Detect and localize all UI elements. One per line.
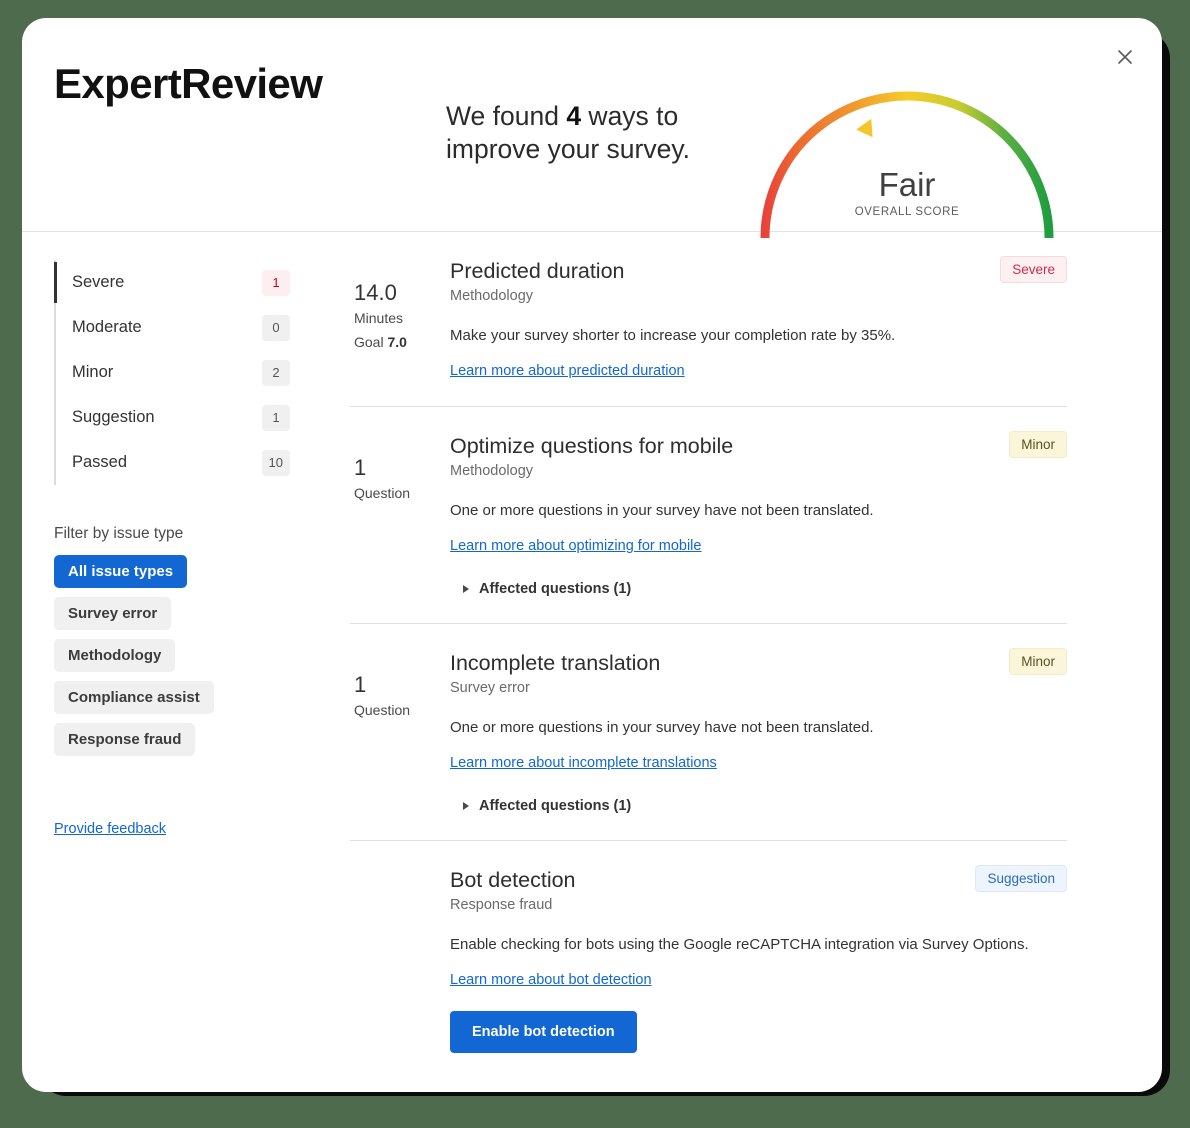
- severity-count-badge: 1: [262, 269, 290, 296]
- severity-label: Minor: [72, 363, 114, 381]
- issue-content: Bot detection Response fraud Enable chec…: [450, 867, 1067, 1053]
- filter-section-title: Filter by issue type: [54, 525, 184, 542]
- metric-goal-value: 7.0: [387, 334, 407, 350]
- issue-title: Predicted duration: [450, 259, 625, 283]
- headline: We found 4 ways to improve your survey.: [446, 100, 696, 166]
- issue-category: Methodology: [450, 288, 534, 304]
- issue-description: One or more questions in your survey hav…: [450, 502, 874, 519]
- issue-description: Make your survey shorter to increase you…: [450, 327, 896, 344]
- issue-title: Optimize questions for mobile: [450, 434, 734, 458]
- issue-content: Predicted duration Methodology Make your…: [450, 258, 1067, 380]
- issue-metric: [350, 867, 450, 1053]
- severity-count-badge: 2: [262, 359, 290, 386]
- metric-value: 1: [354, 672, 367, 697]
- severity-label: Passed: [72, 453, 128, 471]
- issue-category: Survey error: [450, 680, 530, 696]
- sidebar: Severe 1 Moderate 0 Minor 2 Suggestion 1: [22, 232, 342, 1092]
- issue-description: Enable checking for bots using the Googl…: [450, 936, 1029, 953]
- status-badge: Minor: [1009, 431, 1067, 458]
- filter-chip-all-issue-types[interactable]: All issue types: [54, 555, 188, 588]
- filter-chip-row: All issue types: [54, 555, 318, 597]
- affected-questions-label: Affected questions (1): [479, 581, 632, 597]
- issue-metric: 1 Question: [350, 433, 450, 597]
- sidebar-item-suggestion[interactable]: Suggestion 1: [56, 395, 318, 440]
- filter-chip-survey-error[interactable]: Survey error: [54, 597, 172, 630]
- issue-learn-more-link[interactable]: Learn more about predicted duration: [450, 363, 685, 379]
- gauge-label-group: Fair OVERALL SCORE: [747, 166, 1067, 218]
- headline-count: 4: [566, 101, 582, 131]
- issue-content: Optimize questions for mobile Methodolog…: [450, 433, 1067, 597]
- severity-label: Moderate: [72, 318, 142, 336]
- overall-score-value: Fair: [878, 166, 936, 203]
- severity-count-badge: 10: [261, 449, 290, 476]
- issue-metric: 1 Question: [350, 650, 450, 814]
- affected-questions-label: Affected questions (1): [479, 798, 632, 814]
- overall-score-gauge: Fair OVERALL SCORE: [747, 88, 1067, 238]
- issue-metric: 14.0 Minutes Goal 7.0: [350, 258, 450, 380]
- modal-body: Severe 1 Moderate 0 Minor 2 Suggestion 1: [22, 232, 1162, 1092]
- metric-unit: Minutes: [354, 310, 404, 326]
- status-badge: Minor: [1009, 648, 1067, 675]
- severity-label: Suggestion: [72, 408, 155, 426]
- chevron-right-icon: [463, 585, 469, 593]
- metric-unit: Question: [354, 702, 411, 718]
- filter-chip-row: Compliance assist: [54, 681, 318, 723]
- issue-card-optimize-questions-for-mobile: 1 Question Optimize questions for mobile…: [350, 407, 1067, 624]
- issue-card-bot-detection: Bot detection Response fraud Enable chec…: [350, 841, 1067, 1079]
- filter-chip-row: Response fraud: [54, 723, 318, 765]
- metric-value: 1: [354, 455, 367, 480]
- sidebar-item-moderate[interactable]: Moderate 0: [56, 305, 318, 350]
- issue-learn-more-link[interactable]: Learn more about optimizing for mobile: [450, 538, 701, 554]
- severity-label: Severe: [72, 273, 125, 291]
- modal-header: ExpertReview We found 4 ways to improve …: [22, 18, 1162, 238]
- issue-list: 14.0 Minutes Goal 7.0 Predicted duration…: [342, 232, 1162, 1092]
- sidebar-item-passed[interactable]: Passed 10: [56, 440, 318, 485]
- close-button[interactable]: [1108, 40, 1142, 74]
- filter-chip-row: Survey error: [54, 597, 318, 639]
- status-badge: Suggestion: [975, 865, 1067, 892]
- page-title: ExpertReview: [54, 60, 323, 107]
- filter-chip-row: Methodology: [54, 639, 318, 681]
- issue-card-predicted-duration: 14.0 Minutes Goal 7.0 Predicted duration…: [350, 232, 1067, 407]
- filter-chip-methodology[interactable]: Methodology: [54, 639, 176, 672]
- issue-category: Methodology: [450, 463, 534, 479]
- issue-description: One or more questions in your survey hav…: [450, 719, 874, 736]
- issue-card-incomplete-translation: 1 Question Incomplete translation Survey…: [350, 624, 1067, 841]
- filter-chip-compliance-assist[interactable]: Compliance assist: [54, 681, 214, 714]
- overall-score-caption: OVERALL SCORE: [854, 206, 960, 218]
- headline-prefix: We found: [446, 101, 567, 131]
- status-badge: Severe: [1000, 256, 1067, 283]
- chevron-right-icon: [463, 802, 469, 810]
- severity-count-badge: 0: [262, 314, 290, 341]
- issue-title: Incomplete translation: [450, 651, 661, 675]
- affected-questions-toggle[interactable]: Affected questions (1): [463, 798, 631, 814]
- sidebar-item-minor[interactable]: Minor 2: [56, 350, 318, 395]
- issue-learn-more-link[interactable]: Learn more about incomplete translations: [450, 755, 717, 771]
- gauge-marker-icon: [856, 118, 873, 138]
- metric-goal: Goal 7.0: [354, 334, 450, 350]
- metric-goal-label: Goal: [354, 334, 384, 350]
- sidebar-item-severe[interactable]: Severe 1: [54, 260, 318, 305]
- issue-content: Incomplete translation Survey error One …: [450, 650, 1067, 814]
- close-icon: [1115, 47, 1135, 67]
- page-root: ExpertReview We found 4 ways to improve …: [0, 0, 1190, 1128]
- metric-value: 14.0: [354, 280, 397, 305]
- severity-filter-list: Severe 1 Moderate 0 Minor 2 Suggestion 1: [54, 260, 318, 485]
- enable-bot-detection-button[interactable]: Enable bot detection: [450, 1011, 637, 1053]
- affected-questions-toggle[interactable]: Affected questions (1): [463, 581, 631, 597]
- provide-feedback-link[interactable]: Provide feedback: [54, 821, 166, 837]
- expert-review-modal: ExpertReview We found 4 ways to improve …: [22, 18, 1162, 1092]
- severity-count-badge: 1: [262, 404, 290, 431]
- issue-title: Bot detection: [450, 868, 576, 892]
- issue-learn-more-link[interactable]: Learn more about bot detection: [450, 972, 652, 988]
- metric-unit: Question: [354, 485, 411, 501]
- filter-chip-response-fraud[interactable]: Response fraud: [54, 723, 196, 756]
- issue-category: Response fraud: [450, 897, 553, 913]
